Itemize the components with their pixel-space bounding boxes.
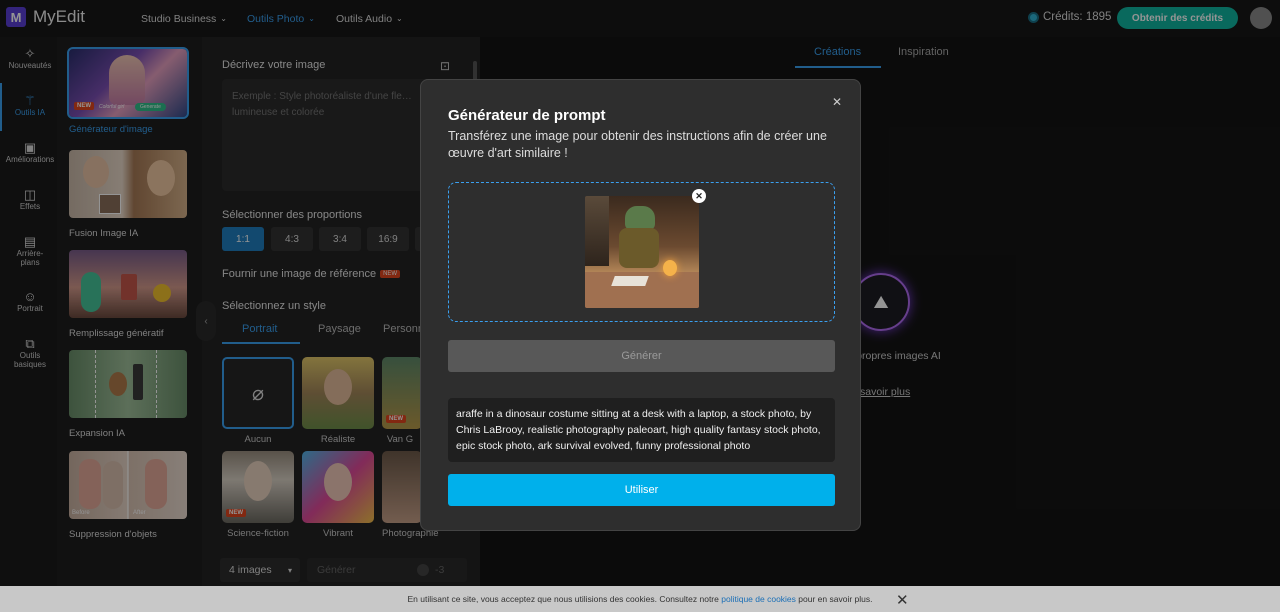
generate-prompt-button[interactable]: Générer: [448, 340, 835, 372]
cookie-policy-link[interactable]: politique de cookies: [721, 594, 796, 604]
uploaded-image-preview: [585, 196, 699, 308]
prompt-result-text[interactable]: araffe in a dinosaur costume sitting at …: [448, 398, 835, 462]
bookshelf: [585, 196, 609, 266]
remove-image-icon[interactable]: ✕: [692, 189, 706, 203]
cookie-text-end: pour en savoir plus.: [798, 594, 873, 604]
dinosaur-head: [625, 206, 655, 230]
use-prompt-button[interactable]: Utiliser: [448, 474, 835, 506]
candle-flame: [663, 260, 677, 276]
close-icon[interactable]: ✕: [832, 95, 842, 109]
cookie-text: En utilisant ce site, vous acceptez que …: [407, 594, 719, 604]
image-dropzone[interactable]: ✕: [448, 182, 835, 322]
modal-subtitle: Transférez une image pour obtenir des in…: [448, 129, 827, 160]
dinosaur-body: [619, 228, 659, 268]
cookie-banner: En utilisant ce site, vous acceptez que …: [0, 586, 1280, 612]
papers: [611, 276, 649, 286]
prompt-generator-modal: ✕ Générateur de prompt Transférez une im…: [420, 79, 861, 531]
cookie-close-icon[interactable]: ✕: [896, 591, 909, 609]
modal-title: Générateur de prompt: [448, 107, 606, 124]
